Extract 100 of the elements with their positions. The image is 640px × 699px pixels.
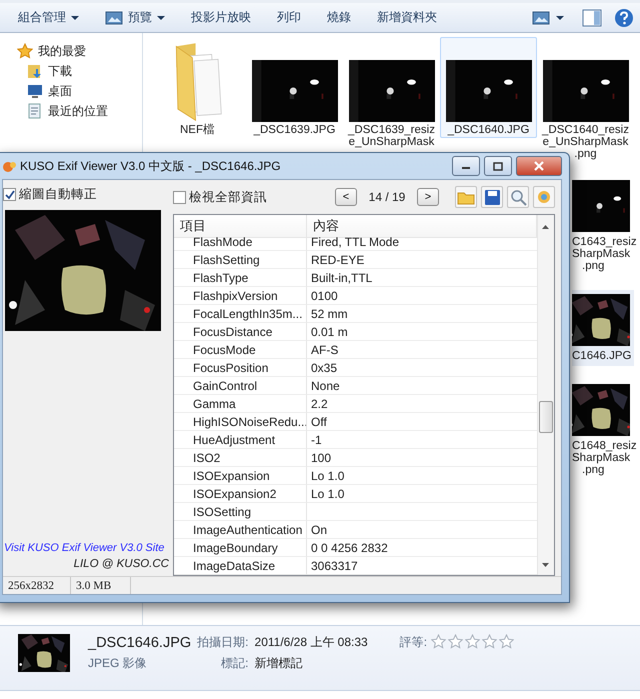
table-cell: 100 xyxy=(307,449,537,467)
star-icon xyxy=(465,634,480,649)
table-cell: AF-S xyxy=(307,341,537,359)
rating-label: 評等: xyxy=(400,634,428,651)
table-cell: Built-in,TTL xyxy=(307,269,537,287)
table-cell: -1 xyxy=(307,431,537,449)
page-counter: 14 / 19 xyxy=(368,190,406,204)
table-cell: FlashType xyxy=(174,269,307,287)
file-name: _DSC1639.JPG xyxy=(254,124,336,136)
table-cell: RED-EYE xyxy=(307,251,537,269)
table-cell: FlashMode xyxy=(174,233,307,251)
help-icon xyxy=(614,8,634,28)
status-text: 256x2832 xyxy=(3,577,71,594)
table-cell: GainControl xyxy=(174,377,307,395)
file-item[interactable]: C1646.JPG xyxy=(572,290,634,366)
maximize-button[interactable] xyxy=(484,156,512,176)
table-cell: Gamma xyxy=(174,395,307,413)
date-value: 2011/6/28 上午 08:33 xyxy=(254,634,368,651)
toolbar-button[interactable]: 投影片放映 xyxy=(183,5,259,30)
table-cell: HueAdjustment xyxy=(174,431,307,449)
file-name: C1646.JPG xyxy=(572,350,632,362)
toolbar-button[interactable]: 預覽 xyxy=(97,5,173,30)
column-header[interactable]: 項目 xyxy=(174,215,307,238)
window-title: KUSO Exif Viewer V3.0 中文版 - _DSC1646.JPG xyxy=(20,158,282,174)
table-cell: ImageAuthentication xyxy=(174,521,307,539)
tags-label: 標記: xyxy=(221,655,249,672)
sidebar-item[interactable]: 最近的位置 xyxy=(0,101,142,121)
file-name: .png xyxy=(574,148,597,160)
table-cell: ImageDataSize xyxy=(174,557,307,575)
image-icon xyxy=(105,10,123,26)
toolbar-button[interactable]: 新增資料夾 xyxy=(369,5,445,30)
file-name: _DSC1640.JPG xyxy=(448,124,530,136)
file-item[interactable]: _DSC1640_resiz e_UnSharpMask .png xyxy=(537,37,634,162)
table-cell: Fired, TTL Mode xyxy=(307,233,537,251)
show-all-checkbox[interactable]: 檢視全部資訊 xyxy=(173,188,267,206)
table-cell: 0x35 xyxy=(307,359,537,377)
caret-icon xyxy=(157,14,165,20)
table-cell: Lo 1.0 xyxy=(307,467,537,485)
toolbar-button[interactable]: 列印 xyxy=(269,5,309,30)
search-icon xyxy=(510,188,526,206)
table-cell: 52 mm xyxy=(307,305,537,323)
credit-text: LILO @ KUSO.CC xyxy=(74,558,169,570)
file-name: C1643_resiz xyxy=(572,236,637,248)
file-name: e_UnSharpMask xyxy=(348,136,434,148)
file-name: e_UnSharpMask xyxy=(542,136,628,148)
check-icon xyxy=(4,190,14,200)
toolbar-button[interactable]: 組合管理 xyxy=(10,5,87,30)
app-icon xyxy=(2,159,16,173)
file-item[interactable]: C1643_resiz SharpMask .png xyxy=(572,176,634,276)
table-cell: FocusMode xyxy=(174,341,307,359)
close-icon xyxy=(533,160,545,172)
file-item[interactable]: C1648_resiz SharpMask .png xyxy=(572,380,634,480)
view-icon xyxy=(532,10,550,26)
file-name: .png xyxy=(581,260,604,272)
file-name: NEF檔 xyxy=(180,124,215,136)
star-icon xyxy=(17,43,33,59)
table-cell: FocalLengthIn35m... xyxy=(174,305,307,323)
table-cell: 2.2 xyxy=(307,395,537,413)
star-icon xyxy=(482,634,498,649)
star-icon xyxy=(448,634,464,649)
folder-icon xyxy=(27,63,43,79)
scrollbar-thumb[interactable] xyxy=(539,401,553,433)
scroll-up-icon xyxy=(542,224,549,230)
file-name: C1648_resiz xyxy=(572,440,637,452)
table-cell: 0.01 m xyxy=(307,323,537,341)
scroll-down-icon xyxy=(542,562,549,568)
caret-icon xyxy=(71,14,79,20)
file-name: _DSC1646.JPG xyxy=(88,634,192,650)
file-name: SharpMask xyxy=(572,452,630,464)
star-icon xyxy=(499,634,514,649)
table-cell: ImageBoundary xyxy=(174,539,307,557)
site-link[interactable]: Visit KUSO Exif Viewer V3.0 Site xyxy=(4,542,173,554)
next-button[interactable]: > xyxy=(417,188,439,206)
table-cell: FocusDistance xyxy=(174,323,307,341)
maximize-icon xyxy=(493,162,503,170)
caret-icon xyxy=(556,14,564,20)
save-button[interactable] xyxy=(481,186,503,208)
table-cell: ISOExpansion2 xyxy=(174,485,307,503)
search-button[interactable] xyxy=(507,186,529,208)
file-name: _DSC1639_resiz xyxy=(348,124,435,136)
table-cell: FlashpixVersion xyxy=(174,287,307,305)
sidebar-item[interactable]: 我的最愛 xyxy=(0,41,142,61)
sidebar-item[interactable]: 下載 xyxy=(0,61,142,81)
sidebar-item[interactable]: 桌面 xyxy=(0,81,142,101)
table-cell: FlashSetting xyxy=(174,251,307,269)
file-name: .png xyxy=(581,464,604,476)
file-item[interactable]: _DSC1639.JPG xyxy=(246,37,343,138)
tags-field[interactable]: 新增標記 xyxy=(254,655,368,672)
minimize-button[interactable] xyxy=(452,156,480,176)
table-cell: 0 0 4256 2832 xyxy=(307,539,537,557)
toolbar-button[interactable]: 燒錄 xyxy=(319,5,359,30)
auto-rotate-checkbox[interactable]: 縮圖自動轉正 xyxy=(3,186,173,203)
file-item[interactable]: _DSC1640.JPG xyxy=(440,37,537,138)
column-header[interactable]: 內容 xyxy=(307,215,537,238)
settings-button[interactable] xyxy=(533,186,555,208)
file-name: _DSC1640_resiz xyxy=(542,124,629,136)
file-item[interactable]: _DSC1639_resiz e_UnSharpMask xyxy=(343,37,440,150)
file-item[interactable]: NEF檔 xyxy=(149,37,246,138)
previous-button[interactable]: < xyxy=(335,188,357,206)
close-button[interactable] xyxy=(516,156,562,176)
